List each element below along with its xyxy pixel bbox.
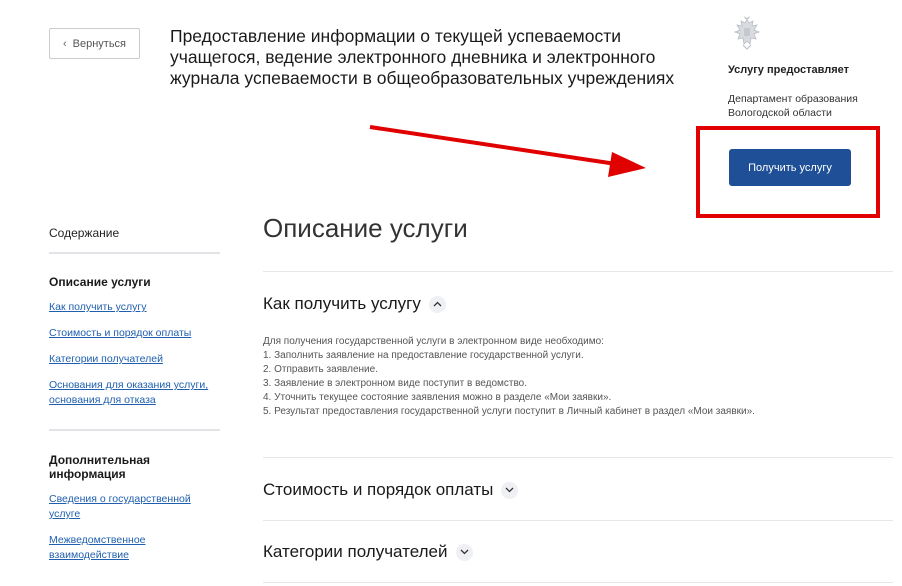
section-divider (263, 457, 893, 458)
step-item: 1. Заполнить заявление на предоставление… (263, 350, 584, 361)
russia-coat-of-arms-icon (733, 16, 761, 50)
sidebar-link-cost[interactable]: Стоимость и порядок оплаты (49, 326, 224, 341)
chevron-down-icon[interactable] (455, 543, 473, 561)
section-divider (263, 271, 893, 272)
steps-intro: Для получения государственной услуги в э… (263, 336, 604, 347)
step-item: 3. Заявление в электронном виде поступит… (263, 378, 528, 389)
section-divider (263, 520, 893, 521)
accordion-title: Стоимость и порядок оплаты (263, 480, 494, 499)
service-title: Предоставление информации о текущей успе… (170, 26, 675, 88)
sidebar-link-how-to-get[interactable]: Как получить услугу (49, 300, 224, 315)
accordion-title: Как получить услугу (263, 294, 421, 313)
sidebar-divider (49, 252, 220, 254)
chevron-up-icon[interactable] (428, 295, 446, 313)
chevron-down-icon[interactable] (501, 481, 519, 499)
step-item: 5. Результат предоставления государствен… (263, 406, 755, 417)
accordion-recipients[interactable]: Категории получателей (263, 542, 473, 562)
back-button[interactable]: ‹ Вернуться (49, 28, 140, 59)
back-button-label: Вернуться (72, 37, 127, 50)
provider-label: Услугу предоставляет (728, 64, 850, 76)
get-service-button[interactable]: Получить услугу (729, 149, 851, 186)
provider-name: Департамент образования Вологодской обла… (728, 93, 858, 119)
sidebar-link-service-info[interactable]: Сведения о государственной услуге (49, 492, 224, 522)
sidebar-link-interagency[interactable]: Межведомственное взаимодействие (49, 533, 224, 563)
main-heading: Описание услуги (263, 213, 468, 243)
sidebar-section-title-additional: Дополнительная информация (49, 453, 151, 481)
sidebar-contents-title: Содержание (49, 226, 120, 240)
section-divider (263, 582, 893, 583)
chevron-left-icon: ‹ (62, 37, 67, 50)
accordion-cost[interactable]: Стоимость и порядок оплаты (263, 480, 519, 500)
sidebar-divider (49, 429, 220, 431)
accordion-how-to-get[interactable]: Как получить услугу (263, 294, 446, 314)
accordion-title: Категории получателей (263, 542, 448, 561)
sidebar-section-title-description: Описание услуги (49, 275, 151, 289)
step-item: 4. Уточнить текущее состояние заявления … (263, 392, 612, 403)
step-item: 2. Отправить заявление. (263, 364, 378, 375)
sidebar-link-recipients[interactable]: Категории получателей (49, 352, 224, 367)
sidebar-link-grounds[interactable]: Основания для оказания услуги, основания… (49, 378, 224, 408)
